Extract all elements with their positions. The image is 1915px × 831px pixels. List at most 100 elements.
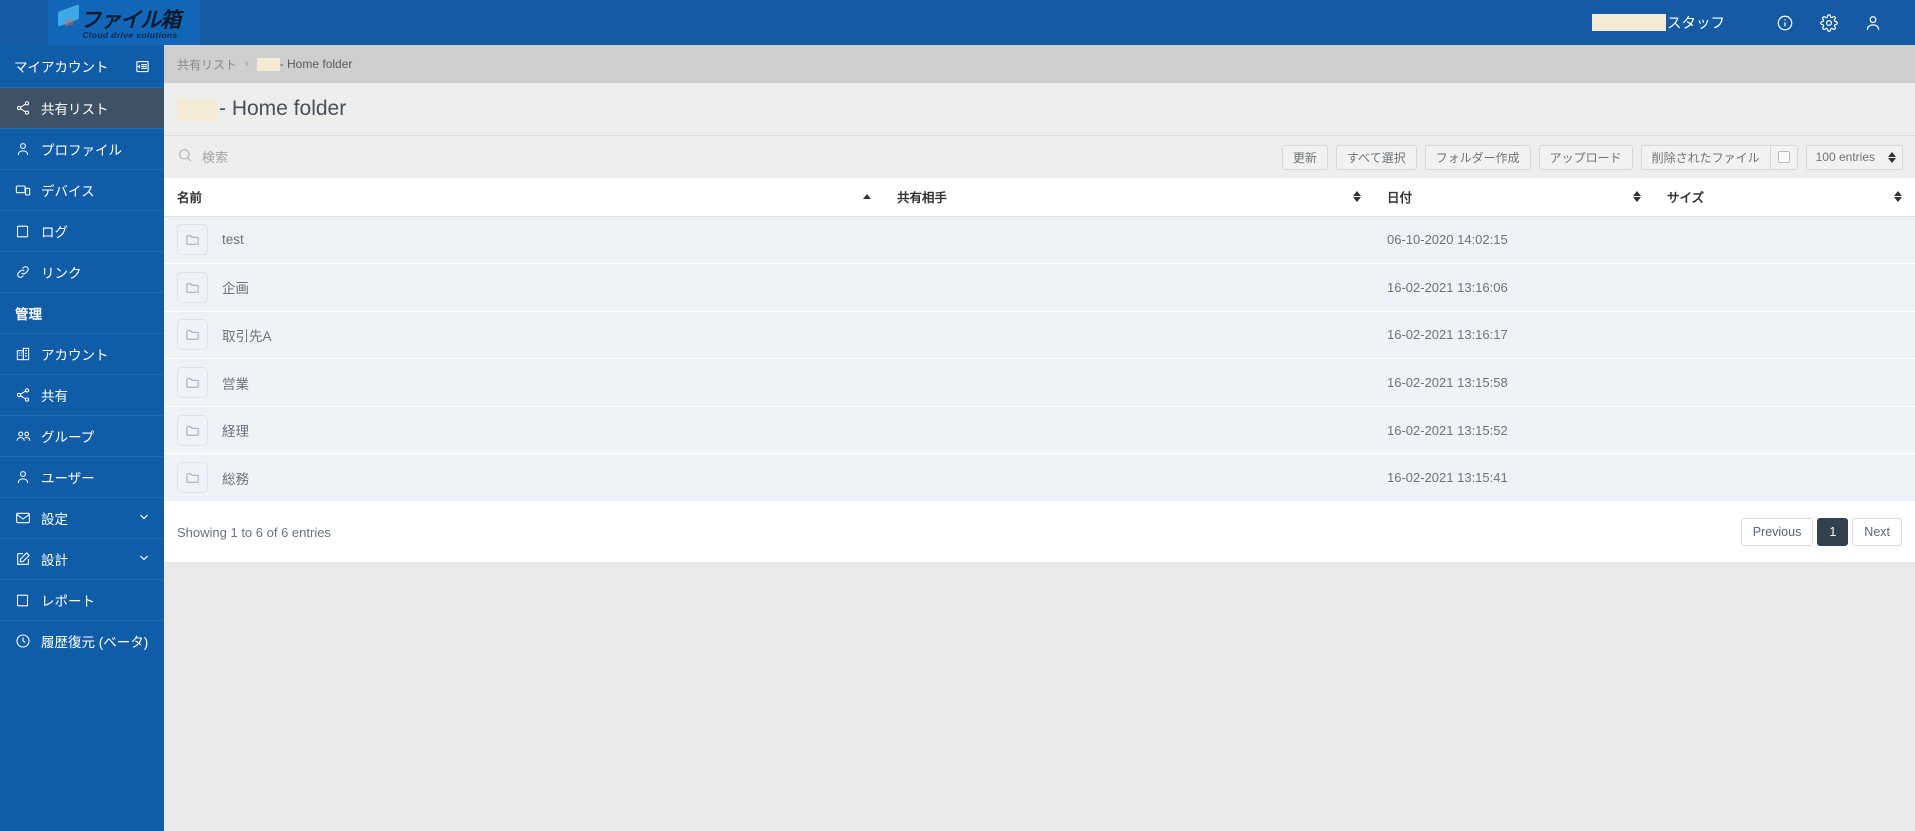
table-row[interactable]: 経理 16-02-2021 13:15:52 [164, 406, 1915, 455]
cell-name[interactable]: 取引先A [164, 311, 884, 360]
cell-name[interactable]: test [164, 216, 884, 265]
sidebar-item-profile[interactable]: プロファイル [0, 128, 164, 169]
folder-icon[interactable] [177, 224, 208, 256]
device-icon [15, 182, 41, 198]
user-icon [15, 141, 41, 157]
cell-size [1654, 453, 1915, 503]
cell-shared-with [884, 216, 1374, 265]
sort-indicator-asc-icon[interactable] [863, 194, 871, 200]
sidebar-item-accounts[interactable]: アカウント [0, 333, 164, 374]
clock-icon [15, 633, 41, 649]
select-stepper-icon [1888, 151, 1896, 163]
sidebar-item-label: デバイス [41, 184, 95, 199]
cell-name[interactable]: 企画 [164, 263, 884, 312]
share-nodes-icon [15, 387, 41, 403]
sidebar-item-users[interactable]: ユーザー [0, 456, 164, 497]
column-header-shared-with[interactable]: 共有相手 [884, 178, 1374, 217]
refresh-button[interactable]: 更新 [1281, 144, 1328, 170]
sort-indicator-icon[interactable] [1894, 191, 1902, 203]
cell-date: 16-02-2021 13:16:17 [1374, 311, 1654, 360]
breadcrumb-current-label: - Home folder [279, 57, 353, 71]
sidebar-item-devices[interactable]: デバイス [0, 169, 164, 210]
folder-icon[interactable] [177, 319, 208, 351]
sidebar-item-shared-list[interactable]: 共有リスト [0, 87, 164, 128]
upload-button[interactable]: アップロード [1538, 144, 1633, 170]
sidebar-item-groups[interactable]: グループ [0, 415, 164, 456]
table-row[interactable]: test 06-10-2020 14:02:15 [164, 216, 1915, 265]
logo-tagline: Cloud drive solutions [82, 29, 178, 40]
deleted-files-button[interactable]: 削除されたファイル [1640, 144, 1770, 170]
files-table: 名前 共有相手 日付 サイズ test 06-10-2020 14:02:15 … [164, 178, 1915, 503]
cell-size [1654, 216, 1915, 265]
pagination-next-button[interactable]: Next [1852, 518, 1902, 547]
collapse-menu-icon[interactable] [135, 59, 150, 74]
sidebar-item-reports[interactable]: レポート [0, 579, 164, 620]
search-input[interactable] [202, 149, 602, 165]
redacted-account-name [177, 97, 217, 121]
envelope-icon [15, 510, 41, 526]
info-icon[interactable] [1763, 0, 1807, 45]
cell-name[interactable]: 経理 [164, 406, 884, 455]
chevron-down-icon[interactable] [138, 552, 150, 567]
toolbar-buttons: 更新 すべて選択 フォルダー作成 アップロード 削除されたファイル 100 en… [1281, 144, 1915, 170]
deleted-files-checkbox-wrap[interactable] [1769, 144, 1798, 170]
square-icon [15, 593, 41, 608]
table-row[interactable]: 総務 16-02-2021 13:15:41 [164, 453, 1915, 503]
sidebar-item-settings[interactable]: 設定 [0, 497, 164, 538]
sort-indicator-icon[interactable] [1353, 191, 1361, 203]
edit-pencil-icon [15, 551, 41, 567]
folder-icon[interactable] [177, 462, 208, 494]
folder-icon[interactable] [177, 414, 208, 446]
top-header-bar: ⇄ ファイル箱 Cloud drive solutions スタッフ [0, 0, 1915, 45]
gear-icon[interactable] [1807, 0, 1851, 45]
sidebar-item-label: ユーザー [41, 471, 95, 486]
file-name-link[interactable]: 取引先A [222, 325, 272, 345]
sidebar-item-shares[interactable]: 共有 [0, 374, 164, 415]
cell-shared-with [884, 406, 1374, 455]
pagination-page-1-button[interactable]: 1 [1817, 518, 1849, 547]
table-row[interactable]: 企画 16-02-2021 13:16:06 [164, 263, 1915, 312]
entries-per-page-value: 100 entries [1815, 150, 1875, 164]
select-all-button[interactable]: すべて選択 [1335, 144, 1417, 170]
table-row[interactable]: 取引先A 16-02-2021 13:16:17 [164, 311, 1915, 360]
deleted-files-checkbox[interactable] [1777, 151, 1790, 163]
file-name-link[interactable]: 総務 [222, 468, 249, 488]
file-name-link[interactable]: 営業 [222, 373, 249, 393]
sidebar-item-label: ログ [41, 225, 68, 240]
chevron-down-icon[interactable] [138, 511, 150, 526]
column-header-size[interactable]: サイズ [1654, 178, 1915, 217]
file-name-link[interactable]: 経理 [222, 420, 249, 440]
create-folder-button[interactable]: フォルダー作成 [1424, 144, 1531, 170]
user-icon [15, 469, 41, 485]
search-box[interactable] [164, 136, 1282, 179]
cell-shared-with [884, 311, 1374, 360]
column-header-name[interactable]: 名前 [164, 178, 884, 217]
cell-name[interactable]: 総務 [164, 453, 884, 503]
sidebar-item-links[interactable]: リンク [0, 251, 164, 292]
table-row[interactable]: 営業 16-02-2021 13:15:58 [164, 358, 1915, 407]
column-header-label: サイズ [1667, 191, 1705, 206]
app-logo[interactable]: ⇄ ファイル箱 Cloud drive solutions [48, 0, 200, 45]
sidebar-item-history-restore[interactable]: 履歴復元 (ベータ) [0, 620, 164, 661]
file-name-link[interactable]: 企画 [222, 277, 249, 297]
redacted-username [1592, 14, 1666, 31]
folder-icon[interactable] [177, 367, 208, 399]
cell-date: 16-02-2021 13:15:52 [1374, 406, 1654, 455]
column-header-label: 日付 [1387, 191, 1413, 206]
sidebar-item-label: アカウント [41, 348, 109, 363]
entries-per-page-select[interactable]: 100 entries [1805, 144, 1903, 170]
square-icon [15, 224, 41, 239]
sidebar-item-label: 設計 [41, 553, 68, 568]
cell-name[interactable]: 営業 [164, 358, 884, 407]
sort-indicator-icon[interactable] [1633, 191, 1641, 203]
folder-icon[interactable] [177, 271, 208, 303]
current-user-chip[interactable]: スタッフ [1592, 12, 1725, 33]
column-header-date[interactable]: 日付 [1374, 178, 1654, 217]
sidebar-item-design[interactable]: 設計 [0, 538, 164, 579]
pagination-previous-button[interactable]: Previous [1740, 518, 1814, 547]
sidebar-item-log[interactable]: ログ [0, 210, 164, 251]
user-icon[interactable] [1851, 0, 1895, 45]
file-name-link[interactable]: test [222, 232, 244, 247]
breadcrumb-root-link[interactable]: 共有リスト [177, 56, 237, 73]
user-role-label: スタッフ [1667, 16, 1725, 32]
